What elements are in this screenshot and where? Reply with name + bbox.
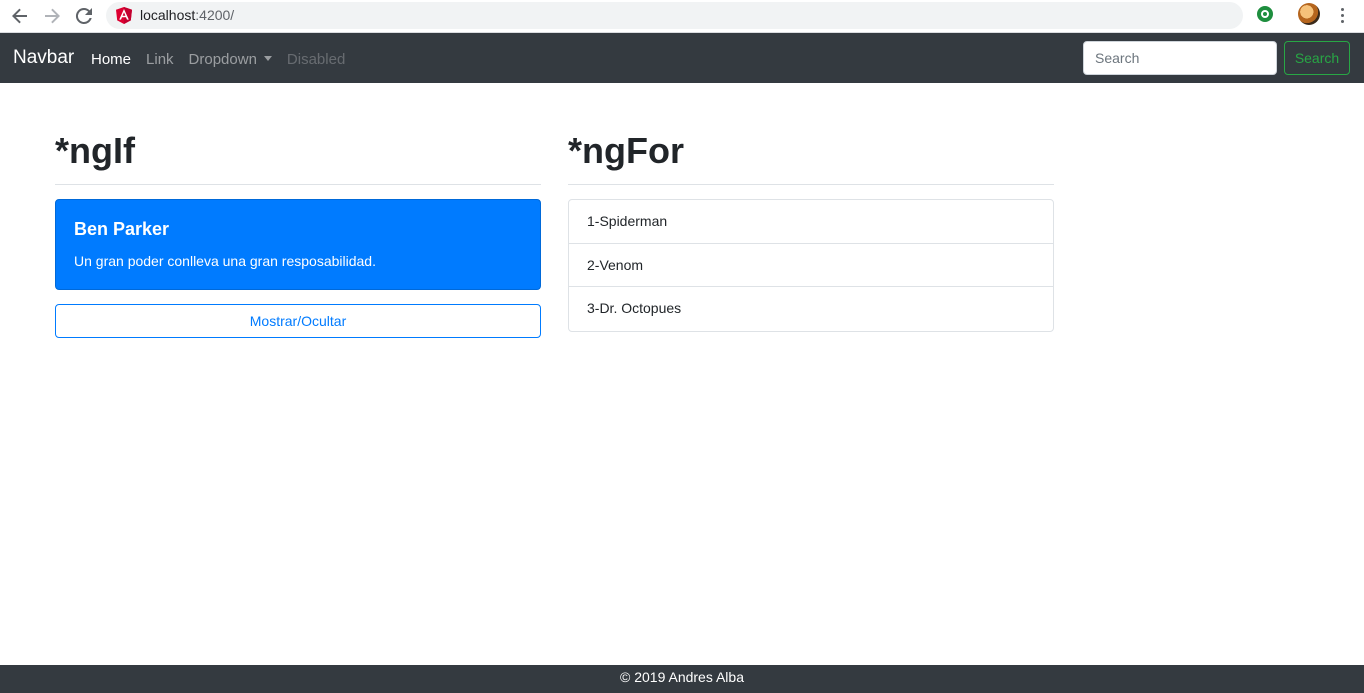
ngif-section: *ngIf Ben Parker Un gran poder conlleva … [55,127,541,338]
profile-avatar[interactable] [1298,3,1320,25]
nav-links: Home Link Dropdown Disabled [91,51,360,68]
nav-dropdown-toggle[interactable]: Dropdown [189,51,272,68]
address-bar[interactable]: localhost:4200/ [106,2,1243,29]
search-input[interactable] [1083,41,1277,75]
url-text: localhost:4200/ [140,7,234,23]
alert-title: Ben Parker [74,219,170,239]
footer: © 2019 Andres Alba [0,665,1364,693]
ngif-heading: *ngIf [55,130,135,171]
ngfor-divider [568,184,1054,185]
ngfor-heading: *ngFor [568,130,684,171]
browser-toolbar: localhost:4200/ [0,0,1364,33]
reload-icon[interactable] [72,4,96,28]
menu-dots-icon[interactable] [1335,4,1349,26]
list-item: 1-Spiderman [569,200,1053,244]
nav-dropdown-label: Dropdown [188,51,257,68]
angular-site-icon [116,7,132,24]
caret-down-icon [263,56,272,61]
nav-link-home[interactable]: Home [91,51,131,68]
ngif-divider [55,184,541,185]
list-item: 3-Dr. Octopues [587,300,682,316]
back-arrow-icon[interactable] [8,4,32,28]
quote-alert: Ben Parker Un gran poder conlleva una gr… [55,199,541,290]
navbar: Navbar Home Link Dropdown Disabled Searc… [0,33,1364,83]
nav-link-disabled: Disabled [286,51,346,68]
toggle-button[interactable]: Mostrar/Ocultar [55,304,541,338]
list-item: 2-Venom [569,244,1053,287]
navbar-brand[interactable]: Navbar [13,47,74,69]
url-host: localhost [140,7,196,23]
search-button[interactable]: Search [1284,41,1350,75]
nav-link-link[interactable]: Link [146,51,174,68]
forward-arrow-icon[interactable] [40,4,64,28]
extension-icon[interactable] [1257,6,1273,22]
ngfor-section: *ngFor 1-Spiderman 2-Venom 3-Dr. Octopue… [568,127,1054,332]
hero-list: 1-Spiderman 2-Venom 3-Dr. Octopues [568,199,1054,332]
alert-text: Un gran poder conlleva una gran resposab… [74,253,376,269]
footer-text: © 2019 Andres Alba [620,669,744,685]
url-port: :4200/ [195,7,235,23]
